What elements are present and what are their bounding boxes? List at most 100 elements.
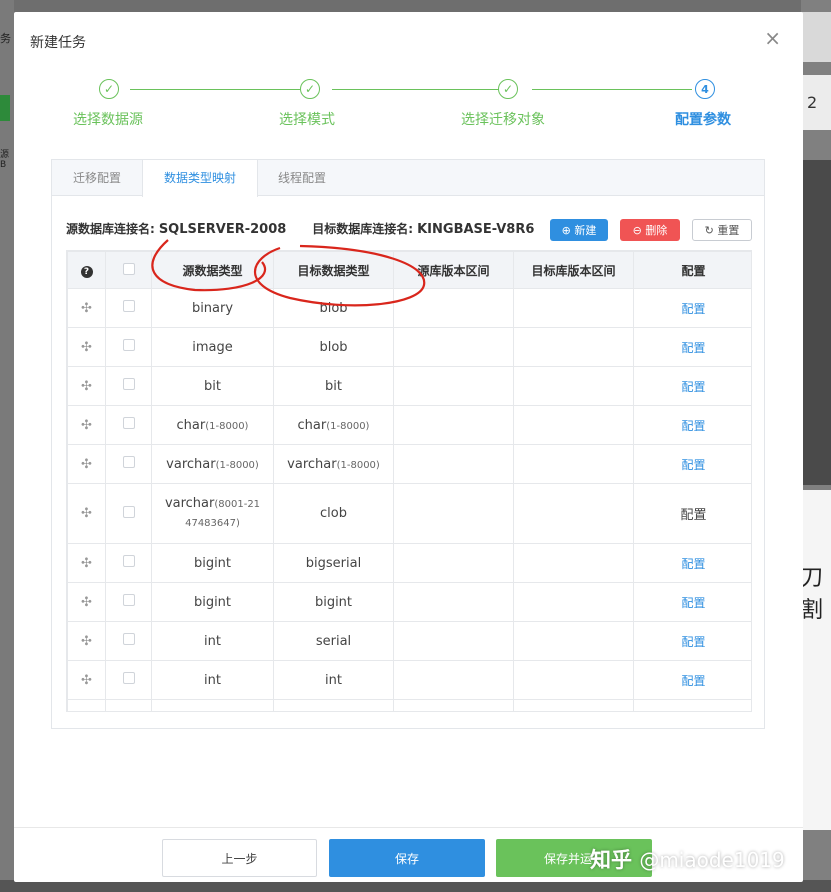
config-link[interactable]: 配置 xyxy=(633,405,751,445)
target-type-name: serial xyxy=(315,633,352,649)
move-handle-icon[interactable]: ✣ xyxy=(81,506,92,521)
move-handle-icon[interactable]: ✣ xyxy=(81,379,92,394)
row-checkbox[interactable] xyxy=(122,378,135,390)
tab-migration-config[interactable]: 迁移配置 xyxy=(60,160,134,196)
target-type-cell: varchar(1-8000) xyxy=(273,444,394,484)
select-cell xyxy=(105,699,152,712)
target-connection-label: 目标数据库连接名: xyxy=(312,222,414,236)
config-link[interactable]: 配置 xyxy=(633,543,751,583)
tab-datatype-mapping[interactable]: 数据类型映射 xyxy=(142,160,258,197)
row-checkbox[interactable] xyxy=(122,555,135,567)
table-row: ✣ bigint bigserial 配置 xyxy=(67,543,751,583)
target-version-cell xyxy=(513,288,634,328)
target-type-range: (1-8000) xyxy=(336,459,380,471)
header-target-type: 目标数据类型 xyxy=(273,251,394,289)
header-source-version: 源库版本区间 xyxy=(393,251,514,289)
source-version-cell xyxy=(393,444,514,484)
row-checkbox[interactable] xyxy=(123,711,135,712)
move-handle-icon[interactable]: ✣ xyxy=(81,595,92,610)
config-link[interactable]: 配置 xyxy=(633,483,751,544)
dialog-title: 新建任务 xyxy=(30,35,86,51)
check-icon: ✓ xyxy=(99,79,119,99)
target-type-cell: blob xyxy=(273,327,394,367)
source-connection-label: 源数据库连接名: xyxy=(66,222,155,236)
background-panel: 刀割 xyxy=(801,490,831,830)
mapping-table-container[interactable]: ? 源数据类型 目标数据类型 源库版本区间 目标库版本区间 配置 ✣ binary… xyxy=(66,250,752,712)
delete-button[interactable]: ⊖ 删除 xyxy=(620,219,680,241)
source-type-name: varchar xyxy=(166,456,216,472)
step-label-select-datasource: 选择数据源 xyxy=(73,112,143,128)
watermark-brand: 知乎 xyxy=(590,848,632,872)
drag-cell: ✣ xyxy=(67,366,106,406)
select-cell xyxy=(105,444,152,484)
table-row: ✣ int serial 配置 xyxy=(67,621,751,661)
background-text: 务 xyxy=(0,32,11,45)
select-cell xyxy=(105,621,152,661)
target-type-name: blob xyxy=(319,339,348,355)
move-handle-icon[interactable]: ✣ xyxy=(81,301,92,316)
drag-cell: ✣ xyxy=(67,444,106,484)
config-link[interactable]: 配置 xyxy=(633,699,751,711)
source-version-cell xyxy=(393,543,514,583)
move-handle-icon[interactable]: ✣ xyxy=(81,634,92,649)
target-version-cell xyxy=(513,582,634,622)
config-link[interactable]: 配置 xyxy=(633,327,751,367)
config-link[interactable]: 配置 xyxy=(633,582,751,622)
source-type-name: image xyxy=(192,339,233,355)
background-panel xyxy=(801,12,831,62)
select-cell xyxy=(105,405,152,445)
source-type-name: bigint xyxy=(193,555,232,571)
source-type-cell: int xyxy=(151,621,274,661)
row-checkbox[interactable] xyxy=(122,300,135,312)
move-handle-icon[interactable]: ✣ xyxy=(81,673,92,688)
target-type-name: char xyxy=(297,417,327,433)
target-version-cell xyxy=(513,699,634,711)
source-type-cell: smallint xyxy=(151,699,274,711)
background-number: 2 xyxy=(807,93,818,112)
move-handle-icon[interactable]: ✣ xyxy=(81,457,92,472)
select-cell xyxy=(105,327,152,367)
question-circle-icon[interactable]: ? xyxy=(80,265,93,278)
background-text: 刀割 xyxy=(801,566,824,623)
table-row: ✣ varchar(8001-21 47483647) clob 配置 xyxy=(67,483,751,544)
row-checkbox[interactable] xyxy=(122,456,135,468)
row-checkbox[interactable] xyxy=(122,594,135,606)
mapping-table: ? 源数据类型 目标数据类型 源库版本区间 目标库版本区间 配置 ✣ binary… xyxy=(67,251,751,713)
step-connector xyxy=(130,89,300,90)
row-checkbox[interactable] xyxy=(122,672,135,684)
tab-thread-config[interactable]: 线程配置 xyxy=(264,160,340,196)
move-handle-icon[interactable]: ✣ xyxy=(81,556,92,571)
select-cell xyxy=(105,543,152,583)
close-icon[interactable]: × xyxy=(764,26,781,50)
config-link[interactable]: 配置 xyxy=(633,660,751,700)
target-type-name: bigserial xyxy=(305,555,362,571)
background-panel xyxy=(801,160,831,485)
move-handle-icon[interactable]: ✣ xyxy=(81,340,92,355)
save-button[interactable]: 保存 xyxy=(329,839,485,877)
row-checkbox[interactable] xyxy=(122,417,135,429)
config-link[interactable]: 配置 xyxy=(633,444,751,484)
step-connector xyxy=(332,89,502,90)
target-connection-value: KINGBASE-V8R6 xyxy=(417,222,535,237)
config-link[interactable]: 配置 xyxy=(633,366,751,406)
prev-step-button[interactable]: 上一步 xyxy=(162,839,317,877)
config-link[interactable]: 配置 xyxy=(633,621,751,661)
row-checkbox[interactable] xyxy=(122,505,135,518)
new-button[interactable]: ⊕ 新建 xyxy=(550,219,608,241)
table-row: ✣ int int 配置 xyxy=(67,660,751,700)
target-version-cell xyxy=(513,444,634,484)
source-type-range-cont: 47483647) xyxy=(185,517,240,529)
move-handle-icon[interactable]: ✣ xyxy=(81,712,92,713)
reset-button[interactable]: ↻ 重置 xyxy=(692,219,752,241)
row-checkbox[interactable] xyxy=(122,633,135,645)
move-handle-icon[interactable]: ✣ xyxy=(81,418,92,433)
select-all-checkbox[interactable] xyxy=(122,262,135,275)
source-type-cell: image xyxy=(151,327,274,367)
source-type-name: char xyxy=(176,417,206,433)
source-version-cell xyxy=(393,327,514,367)
config-link[interactable]: 配置 xyxy=(633,288,751,328)
target-type-range: (1-8000) xyxy=(326,420,370,432)
zhihu-watermark: 知乎 @miaode1019 xyxy=(590,844,785,874)
row-checkbox[interactable] xyxy=(122,339,135,351)
source-type-name: varchar xyxy=(164,495,215,511)
